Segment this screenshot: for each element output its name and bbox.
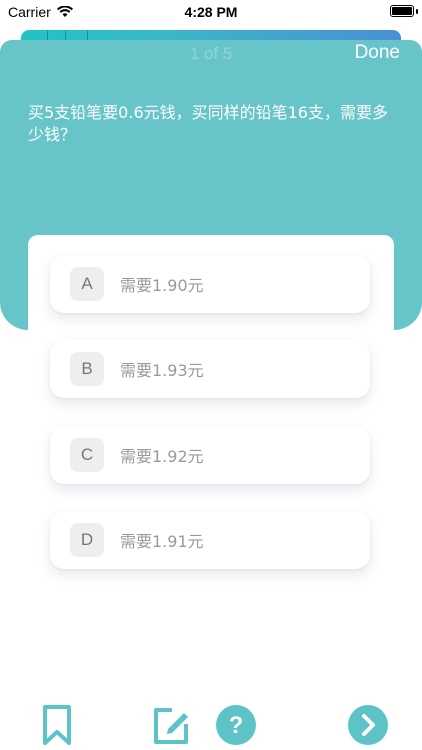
option-letter: C	[70, 438, 104, 472]
edit-note-button[interactable]	[150, 704, 192, 746]
option-text: 需要1.91元	[120, 532, 204, 551]
done-button[interactable]: Done	[355, 42, 400, 64]
option-b[interactable]: B 需要1.93元	[50, 340, 370, 398]
status-bar: Carrier 4:28 PM	[0, 0, 422, 24]
battery-icon	[390, 5, 414, 17]
options-card: A 需要1.90元 B 需要1.93元 C 需要1.92元 D 需要1.91元	[28, 235, 394, 590]
bookmark-icon	[43, 705, 71, 745]
option-text: 需要1.92元	[120, 447, 204, 466]
option-letter: A	[70, 267, 104, 301]
option-a[interactable]: A 需要1.90元	[50, 255, 370, 313]
question-text: 买5支铅笔要0.6元钱，买同样的铅笔16支，需要多少钱？	[28, 103, 388, 144]
status-time: 4:28 PM	[184, 4, 238, 20]
help-button[interactable]: ?	[215, 704, 257, 746]
svg-text:?: ?	[229, 712, 244, 739]
option-d[interactable]: D 需要1.91元	[50, 511, 370, 569]
question-mark-icon: ?	[216, 705, 256, 745]
option-letter: B	[70, 352, 104, 386]
option-letter: D	[70, 523, 104, 557]
chevron-right-icon	[348, 705, 388, 745]
option-text: 需要1.93元	[120, 361, 204, 380]
next-button[interactable]	[347, 704, 389, 746]
option-text: 需要1.90元	[120, 276, 204, 295]
option-c[interactable]: C 需要1.92元	[50, 426, 370, 484]
edit-note-icon	[154, 708, 188, 744]
battery-cap	[416, 9, 418, 14]
bookmark-button[interactable]	[36, 704, 78, 746]
